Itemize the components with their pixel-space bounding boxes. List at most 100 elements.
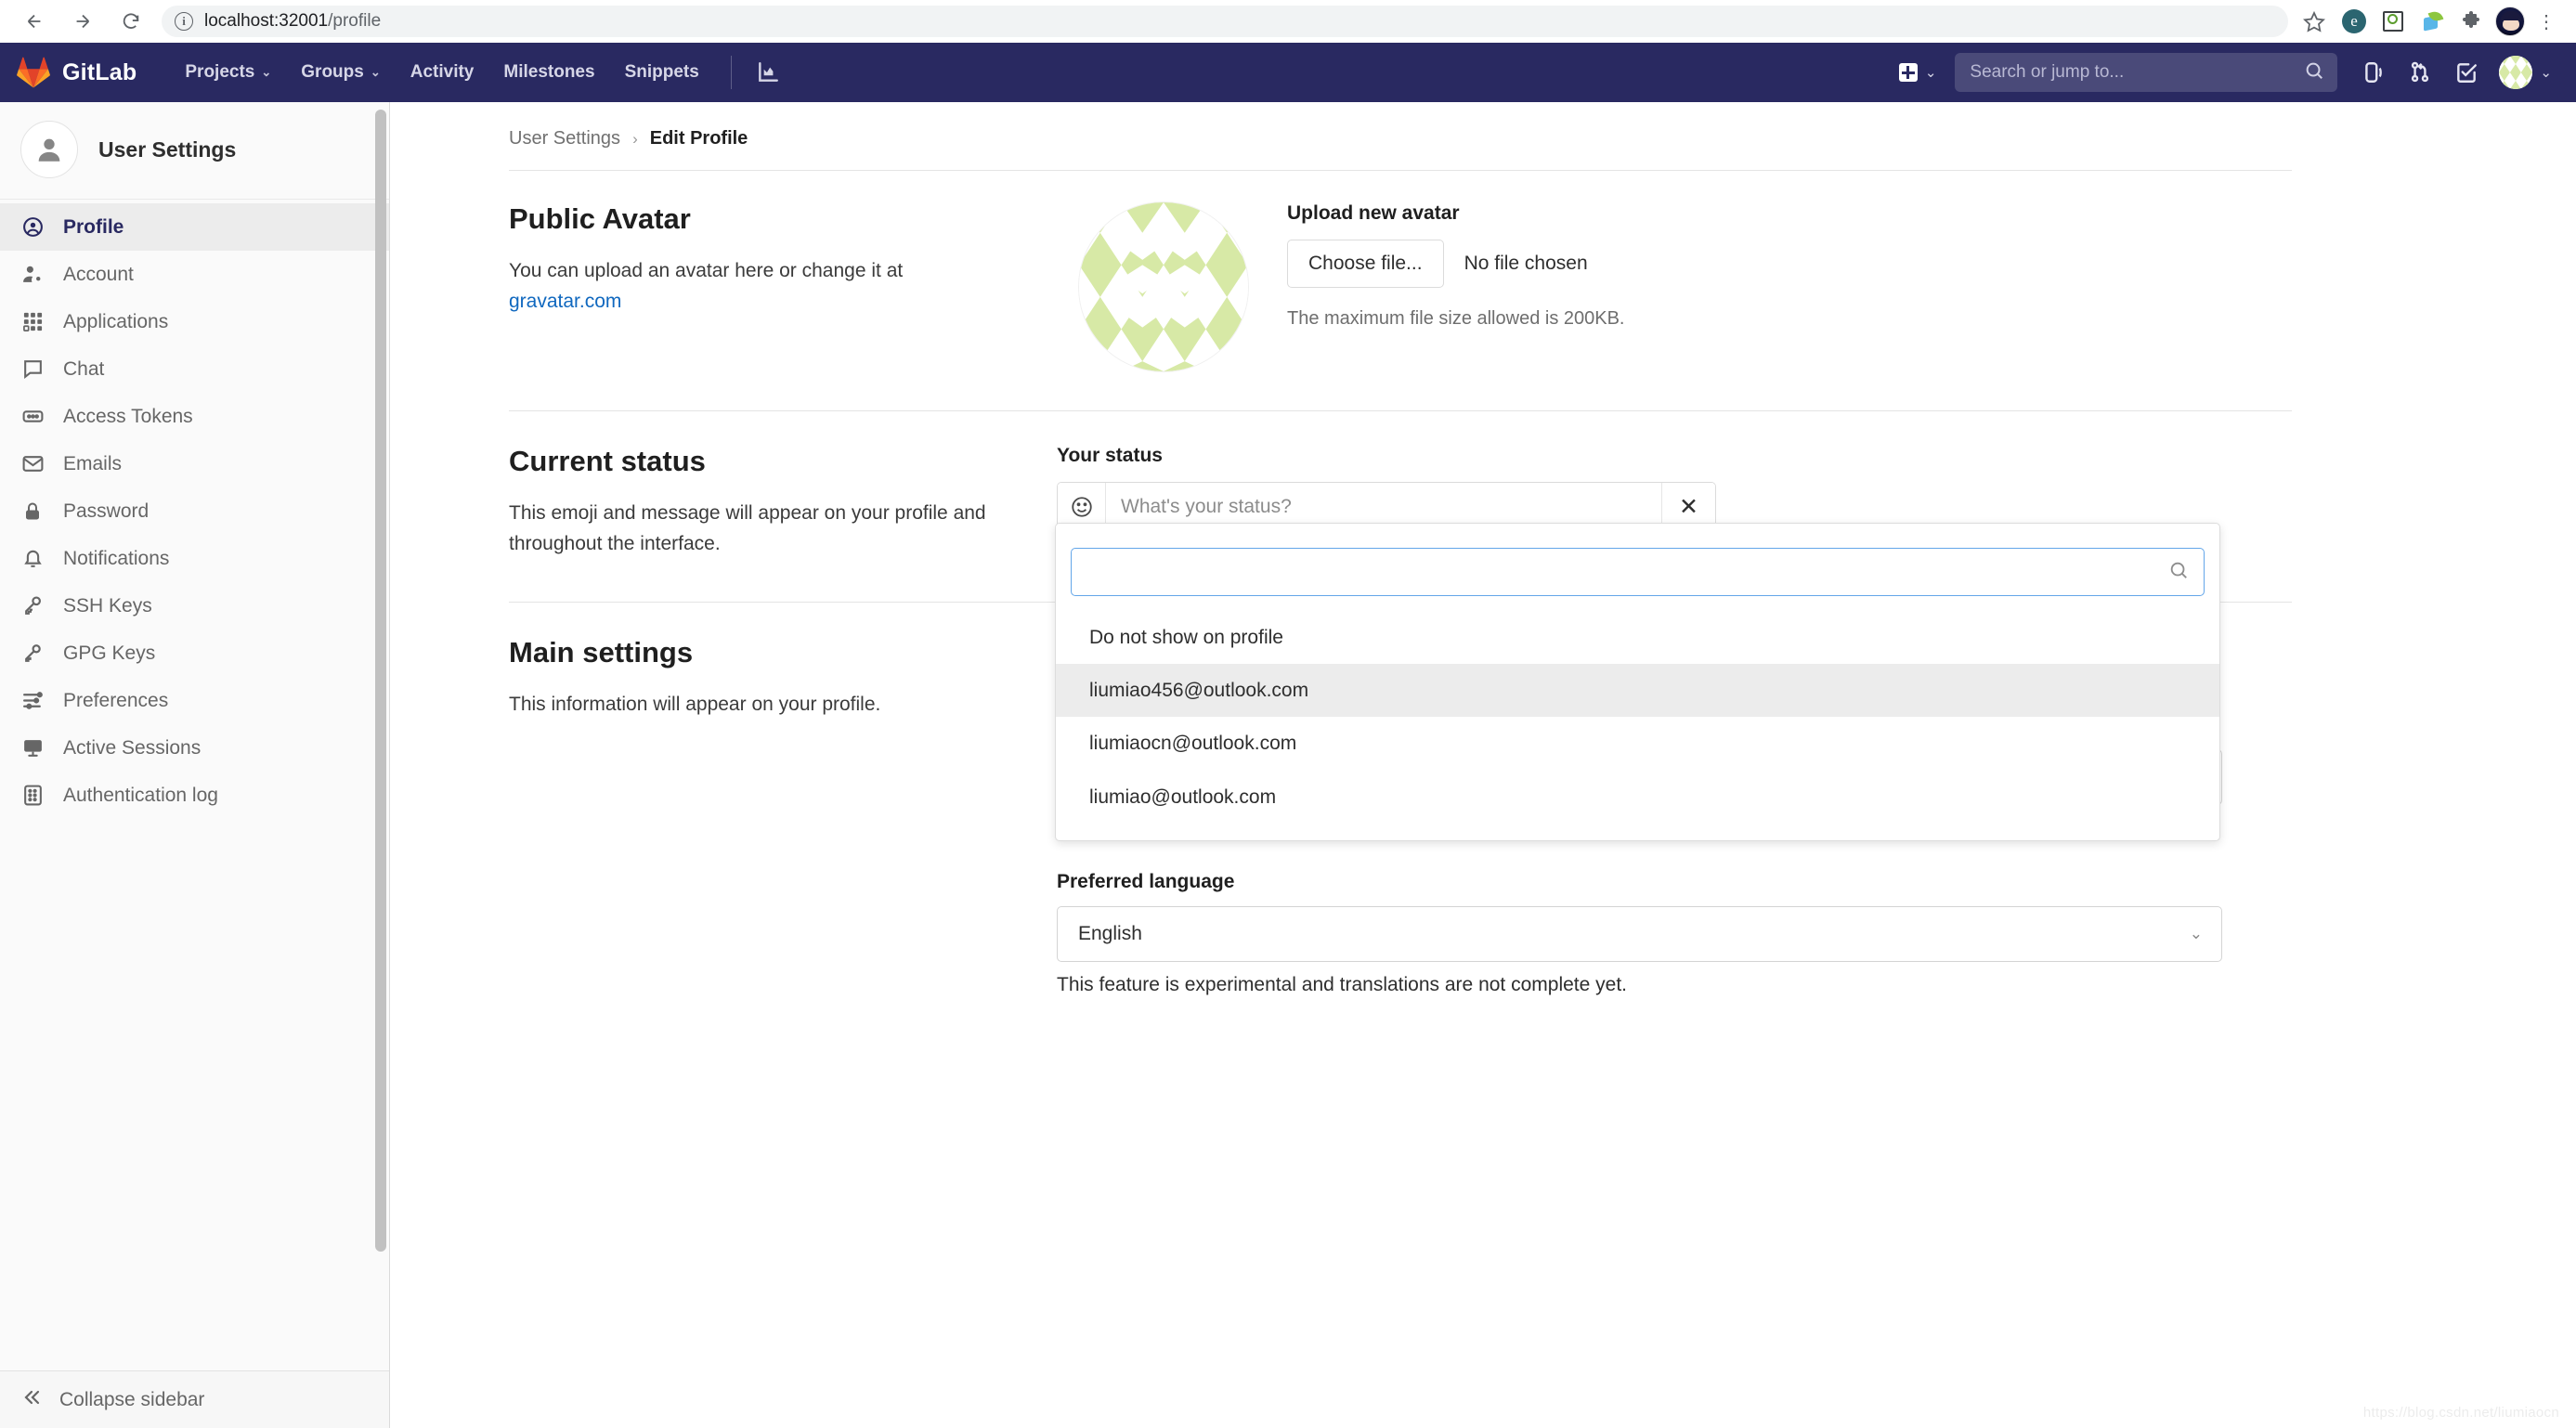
sidebar-item-notifications[interactable]: Notifications <box>0 535 389 582</box>
upload-avatar-panel: Upload new avatar Choose file... No file… <box>1270 202 2292 371</box>
user-menu[interactable]: ⌄ <box>2491 56 2552 89</box>
chevron-down-icon: ⌄ <box>370 65 381 79</box>
search-icon[interactable] <box>2304 60 2324 85</box>
dropdown-option[interactable]: Do not show on profile <box>1056 611 2219 664</box>
sidebar-item-label: Profile <box>63 215 124 238</box>
main-settings-description: This information will appear on your pro… <box>509 694 881 716</box>
gitlab-home-link[interactable]: GitLab <box>17 57 137 88</box>
navbar-right: ⌄ Search or jump to... ⌄ <box>1892 52 2552 93</box>
nav-snippets[interactable]: Snippets <box>610 53 714 92</box>
dropdown-option[interactable]: liumiao456@outlook.com <box>1056 664 2219 718</box>
puzzle-extensions-icon[interactable] <box>2453 4 2489 39</box>
sidebar-item-label: Preferences <box>63 689 169 711</box>
user-avatar-icon <box>20 121 78 178</box>
sidebar-item-password[interactable]: Password <box>0 487 389 535</box>
browser-actions: e ⋮ <box>2296 4 2561 39</box>
public-avatar-description: You can upload an avatar here or change … <box>509 256 1029 317</box>
star-icon[interactable] <box>2296 5 2333 38</box>
magnifier-extension-icon[interactable] <box>2375 4 2411 39</box>
sidebar-item-applications[interactable]: Applications <box>0 298 389 345</box>
bluebird-extension-icon[interactable] <box>2414 4 2450 39</box>
choose-file-button[interactable]: Choose file... <box>1287 240 1444 288</box>
gravatar-link[interactable]: gravatar.com <box>509 291 621 312</box>
url-path: /profile <box>328 11 382 31</box>
sidebar-item-label: GPG Keys <box>63 642 156 664</box>
nav-milestones[interactable]: Milestones <box>488 53 609 92</box>
sidebar-item-access-tokens[interactable]: Access Tokens <box>0 393 389 440</box>
sidebar-scrollbar[interactable] <box>375 110 386 1252</box>
file-name-text: No file chosen <box>1464 253 1588 274</box>
main-settings-heading: Main settings <box>509 636 694 669</box>
dropdown-option[interactable]: liumiao@outlook.com <box>1056 771 2219 824</box>
public-avatar-description-text: You can upload an avatar here or change … <box>509 260 904 281</box>
sidebar-item-ssh-keys[interactable]: SSH Keys <box>0 582 389 630</box>
issues-icon[interactable] <box>2352 52 2395 93</box>
create-new-button[interactable]: ⌄ <box>1892 58 1945 87</box>
sidebar-item-label: Active Sessions <box>63 736 202 759</box>
collapse-sidebar-label: Collapse sidebar <box>59 1388 205 1410</box>
current-status-info: Current status This emoji and message wi… <box>509 445 1057 559</box>
current-status-section: Current status This emoji and message wi… <box>509 411 2292 841</box>
forward-arrow-icon[interactable] <box>61 4 104 39</box>
browser-profile-avatar[interactable] <box>2492 4 2528 39</box>
sidebar-item-label: Password <box>63 500 150 522</box>
back-arrow-icon[interactable] <box>13 4 56 39</box>
sidebar-item-preferences[interactable]: Preferences <box>0 677 389 724</box>
breadcrumb-parent[interactable]: User Settings <box>509 128 620 149</box>
envelope-icon <box>20 452 45 475</box>
dropdown-search-input[interactable] <box>1086 561 2168 583</box>
sidebar-header: User Settings <box>0 102 389 200</box>
public-avatar-section: Public Avatar You can upload an avatar h… <box>509 171 2292 371</box>
url-host: localhost:32001 <box>204 11 329 31</box>
nav-activity[interactable]: Activity <box>396 53 489 92</box>
browser-menu-icon[interactable]: ⋮ <box>2531 10 2561 33</box>
sidebar-title: User Settings <box>98 136 237 162</box>
collapse-sidebar-button[interactable]: Collapse sidebar <box>0 1370 389 1428</box>
identicon-pattern-small <box>2499 56 2533 89</box>
preferred-language-selected-value: English <box>1078 923 1142 945</box>
sidebar-items: Profile Account Applications Chat Access… <box>0 200 389 1370</box>
sliders-icon <box>20 689 45 712</box>
nav-snippets-label: Snippets <box>624 62 699 82</box>
nav-projects[interactable]: Projects ⌄ <box>170 53 286 92</box>
sidebar-item-account[interactable]: Account <box>0 251 389 298</box>
browser-toolbar: i localhost:32001/profile e ⋮ <box>0 0 2576 43</box>
main-content: User Settings › Edit Profile Public Avat… <box>390 102 2576 1428</box>
todos-checkmark-icon[interactable] <box>2445 52 2488 93</box>
search-input[interactable] <box>1970 62 2305 83</box>
settings-sidebar: User Settings Profile Account Applicatio… <box>0 102 390 1428</box>
preferred-language-select[interactable]: English ⌄ <box>1057 906 2222 963</box>
current-status-heading: Current status <box>509 445 706 477</box>
identicon-pattern <box>1079 202 1248 371</box>
sidebar-item-profile[interactable]: Profile <box>0 203 389 251</box>
sidebar-item-active-sessions[interactable]: Active Sessions <box>0 724 389 772</box>
merge-request-icon[interactable] <box>2399 52 2441 93</box>
upload-avatar-label: Upload new avatar <box>1287 202 1460 224</box>
sidebar-item-label: SSH Keys <box>63 594 152 617</box>
dropdown-option[interactable]: liumiaocn@outlook.com <box>1056 717 2219 770</box>
applications-grid-icon <box>20 311 45 332</box>
nav-groups[interactable]: Groups ⌄ <box>286 53 395 92</box>
chevron-down-icon: ⌄ <box>2189 925 2203 943</box>
breadcrumb-current: Edit Profile <box>649 128 748 149</box>
reload-icon[interactable] <box>110 4 152 39</box>
global-search[interactable] <box>1955 53 2338 92</box>
nav-milestones-label: Milestones <box>503 62 595 82</box>
nav-projects-label: Projects <box>185 62 255 82</box>
site-info-icon[interactable]: i <box>175 12 193 31</box>
monitor-icon <box>20 736 45 759</box>
analytics-chart-icon[interactable] <box>756 60 780 84</box>
sidebar-item-authentication-log[interactable]: Authentication log <box>0 772 389 819</box>
navbar-links: Projects ⌄ Groups ⌄ Activity Milestones Sn… <box>170 53 713 92</box>
dropdown-search[interactable] <box>1071 548 2205 596</box>
user-circle-icon <box>20 215 45 239</box>
log-list-icon <box>20 784 45 807</box>
sidebar-item-gpg-keys[interactable]: GPG Keys <box>0 630 389 677</box>
identicon-svg <box>1079 202 1248 371</box>
plus-square-icon <box>1898 63 1918 82</box>
bell-icon <box>20 547 45 570</box>
sidebar-item-chat[interactable]: Chat <box>0 345 389 393</box>
sidebar-item-emails[interactable]: Emails <box>0 440 389 487</box>
address-bar[interactable]: i localhost:32001/profile <box>162 6 2288 37</box>
evernote-extension-icon[interactable]: e <box>2336 4 2372 39</box>
